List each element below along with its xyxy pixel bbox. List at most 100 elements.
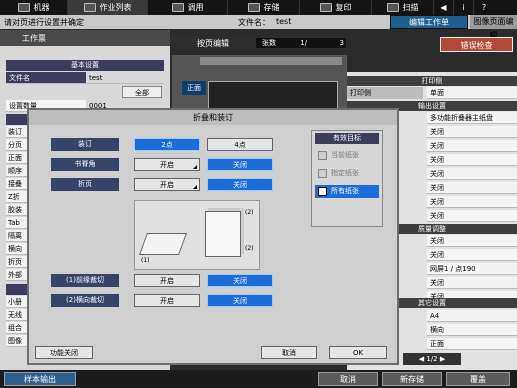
scan-icon <box>386 3 399 12</box>
tab-machine[interactable]: 机器 <box>0 0 68 15</box>
job-list-icon <box>83 3 96 12</box>
left-item-landscape[interactable]: 横向 <box>6 243 28 255</box>
left-item-order[interactable]: 顺序 <box>6 165 28 177</box>
help-icon[interactable]: ? <box>474 0 494 15</box>
file-name-row-value: test <box>86 72 164 84</box>
left-item-fold[interactable]: 折页 <box>6 256 28 268</box>
left-item-collate[interactable]: 分页 <box>6 139 28 151</box>
output-row-2: 关闭 <box>427 126 517 138</box>
copy-icon <box>319 3 332 12</box>
left-item-tab[interactable]: Tab <box>6 217 28 229</box>
fore-edge-on-button[interactable]: 开启 <box>134 274 200 287</box>
tab-store[interactable]: 存储 <box>228 0 300 15</box>
tab-edit-job[interactable]: 编辑工作单 <box>390 15 468 29</box>
left-item-binding[interactable]: 胶装 <box>6 204 28 216</box>
sample-output-button[interactable]: 样本输出 <box>4 372 76 386</box>
left-item-booklet[interactable]: 小册 <box>6 296 28 308</box>
fold-on-corner-icon <box>193 185 197 189</box>
illustration-label-2-side: (2) <box>245 245 254 252</box>
tab-scan[interactable]: 扫描 <box>372 0 434 15</box>
print-side-button[interactable]: 打印侧 <box>347 87 423 99</box>
target-specified-label: 指定纸张 <box>331 169 359 177</box>
thumbnail-scrollbar[interactable] <box>200 57 342 65</box>
left-item-external[interactable]: 外部 <box>6 269 28 281</box>
output-row-1: 多功能折叠器主纸盘 <box>427 112 517 124</box>
fold-cut-illustration: (1) (2) (2) <box>134 200 260 270</box>
dialog-title: 折叠和装订 <box>29 110 397 125</box>
info-icon[interactable]: i <box>454 0 474 15</box>
sheet-count-total: 3 <box>339 39 344 47</box>
fold-staple-dialog: 折叠和装订 装订 2点 4点 书脊角 开启 关闭 折页 开启 关闭 (1) (2… <box>27 108 399 365</box>
quality-row-3: 网屏1 / 点190 <box>427 263 517 275</box>
tab-job-list-label: 作业列表 <box>99 3 132 12</box>
valid-target-group: 有效目标 当前纸张 指定纸张 所有纸张 <box>311 130 383 227</box>
target-all-label: 所有纸张 <box>331 187 359 195</box>
dialog-ok-button[interactable]: OK <box>329 346 387 359</box>
tab-image-page-edit[interactable]: 图像页面编辑 <box>470 15 517 40</box>
tab-recall-label: 调用 <box>187 3 204 12</box>
function-off-button[interactable]: 功能关闭 <box>35 346 93 359</box>
checkbox-icon <box>318 169 327 178</box>
staple-4-point-button[interactable]: 4点 <box>207 138 273 151</box>
target-current-label: 当前纸张 <box>331 151 359 159</box>
tab-recall[interactable]: 调用 <box>148 0 228 15</box>
left-item-combine[interactable]: 组合 <box>6 322 28 334</box>
overwrite-button[interactable]: 覆盖 <box>446 372 510 386</box>
job-ticket-header: 工作票 <box>0 30 170 46</box>
output-row-3: 关闭 <box>427 140 517 152</box>
cross-cut-off-button[interactable]: 关闭 <box>207 294 273 307</box>
file-name-label: 文件名： <box>238 18 270 27</box>
new-store-button[interactable]: 新存储 <box>382 372 442 386</box>
machine-icon <box>17 3 30 12</box>
staple-2-point-button[interactable]: 2点 <box>134 138 200 151</box>
file-name-value: test <box>276 17 292 26</box>
bottom-action-bar: 样本输出 取消 新存储 覆盖 <box>0 370 517 388</box>
fold-off-button[interactable]: 关闭 <box>207 178 273 191</box>
spine-corner-label: 书脊角 <box>51 158 119 171</box>
target-current-sheet: 当前纸张 <box>315 149 379 162</box>
illustration-label-2-top: (2) <box>245 209 254 216</box>
spine-on-button[interactable]: 开启 <box>134 158 200 171</box>
error-check-button[interactable]: 错误检查 <box>440 37 513 52</box>
illustration-label-1: (1) <box>141 257 150 264</box>
left-item-separator[interactable]: 隔离 <box>6 230 28 242</box>
cross-cut-on-button[interactable]: 开启 <box>134 294 200 307</box>
fold-on-button[interactable]: 开启 <box>134 178 200 191</box>
stacked-sheets-icon <box>205 211 241 257</box>
left-item-front[interactable]: 正面 <box>6 152 28 164</box>
folded-booklet-icon <box>138 233 188 255</box>
tab-copy[interactable]: 复印 <box>300 0 372 15</box>
quality-row-4: 关闭 <box>427 277 517 289</box>
all-button[interactable]: 全部 <box>122 86 162 98</box>
pager-text: 1/2 <box>426 355 438 363</box>
left-item-perfect[interactable]: 无线 <box>6 309 28 321</box>
target-all-sheets[interactable]: 所有纸张 <box>315 185 379 198</box>
quality-row-1: 关闭 <box>427 235 517 247</box>
other-row-3: 正面 <box>427 338 517 350</box>
tab-job-list[interactable]: 作业列表 <box>68 0 148 15</box>
instruction-message: 请对页进行设置并确定 <box>4 18 84 27</box>
sheet-count-label: 张数 <box>262 39 276 47</box>
pager-next-icon[interactable]: ▶ <box>440 355 445 363</box>
front-label: 正面 <box>182 81 206 95</box>
volume-icon[interactable]: ◀ <box>434 0 454 15</box>
left-item-staple[interactable]: 装订 <box>6 126 28 138</box>
tab-machine-label: 机器 <box>33 3 50 12</box>
checkbox-icon <box>318 151 327 160</box>
print-side-header: 打印侧 <box>347 76 517 86</box>
other-row-1: A4 <box>427 310 517 322</box>
dialog-cancel-button[interactable]: 取消 <box>261 346 317 359</box>
cancel-button[interactable]: 取消 <box>318 372 378 386</box>
sheet-count-box: 张数 1/ 3 <box>256 38 346 48</box>
left-item-image[interactable]: 图像 <box>6 335 28 347</box>
pager-prev-icon[interactable]: ◀ <box>419 355 424 363</box>
left-item-stack[interactable]: 接叠 <box>6 178 28 190</box>
spine-off-button[interactable]: 关闭 <box>207 158 273 171</box>
other-row-2: 横向 <box>427 324 517 336</box>
fore-edge-off-button[interactable]: 关闭 <box>207 274 273 287</box>
output-row-4: 关闭 <box>427 154 517 166</box>
cross-cut-label: (2)横向裁切 <box>51 294 119 307</box>
message-bar: 请对页进行设置并确定 文件名： test 编辑工作单 图像页面编辑 <box>0 15 517 40</box>
quality-row-2: 关闭 <box>427 249 517 261</box>
left-item-zfold[interactable]: Z折 <box>6 191 28 203</box>
